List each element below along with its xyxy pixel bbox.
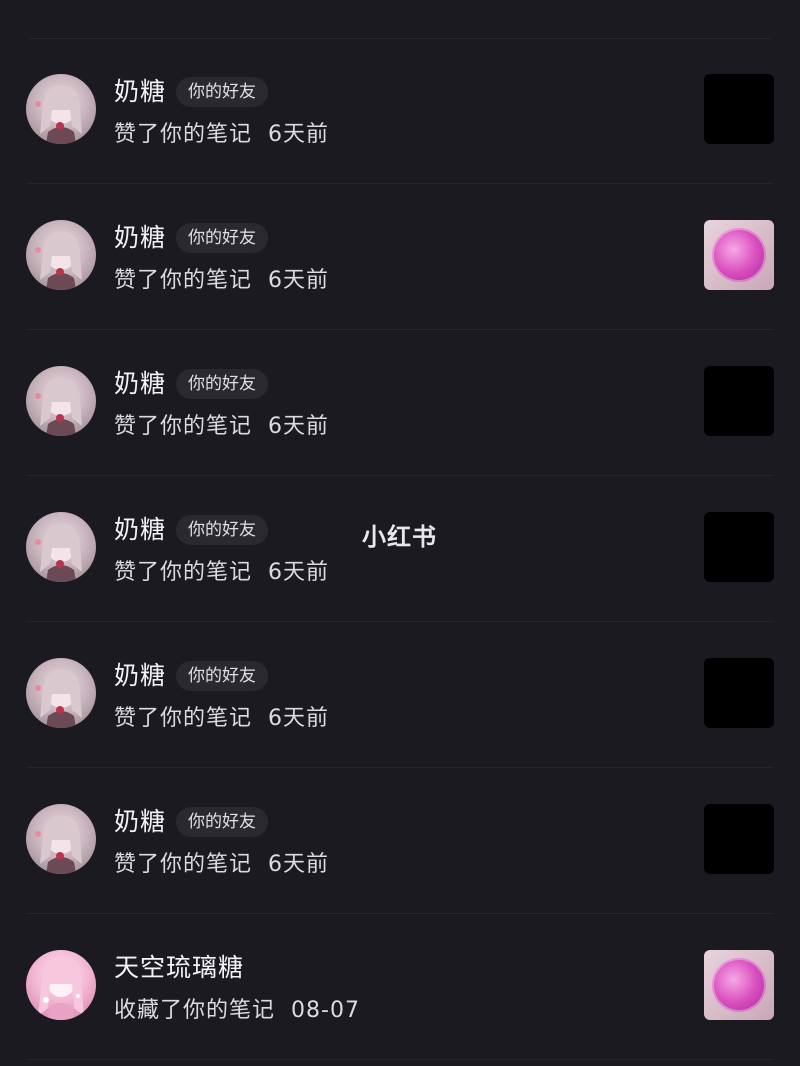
action-text: 赞了你的笔记 <box>114 414 253 439</box>
anime-avatar-icon <box>35 231 82 290</box>
notification-row[interactable]: 奶糖 你的好友 赞了你的笔记 6天前 <box>26 38 774 184</box>
friend-badge: 你的好友 <box>176 515 269 545</box>
anime-avatar-icon <box>35 523 82 582</box>
anime-avatar-icon <box>35 815 82 874</box>
avatar[interactable] <box>26 220 96 290</box>
friend-badge: 你的好友 <box>176 223 269 253</box>
notification-row[interactable]: 奶糖 你的好友 赞了你的笔记 6天前 <box>26 330 774 476</box>
notification-row[interactable]: 奶糖 你的好友 赞了你的笔记 6天前 <box>26 622 774 768</box>
avatar[interactable] <box>26 804 96 874</box>
avatar[interactable] <box>26 512 96 582</box>
note-thumbnail[interactable] <box>704 74 774 144</box>
notification-row[interactable]: 奶糖 你的好友 赞了你的笔记 6天前 <box>26 184 774 330</box>
action-text: 收藏了你的笔记 <box>114 998 276 1023</box>
notification-row[interactable]: 天空琉璃糖 收藏了你的笔记 08-07 <box>26 914 774 1060</box>
user-name[interactable]: 天空琉璃糖 <box>114 952 244 984</box>
avatar[interactable] <box>26 366 96 436</box>
note-thumbnail[interactable] <box>704 950 774 1020</box>
timestamp: 6天前 <box>268 560 330 585</box>
note-thumbnail[interactable] <box>704 804 774 874</box>
notifications-screen: 奶糖 你的好友 赞了你的笔记 6天前 奶糖 你的好友 赞了你的笔记 6天前 奶糖… <box>0 0 800 1066</box>
timestamp: 6天前 <box>268 852 330 877</box>
user-name[interactable]: 奶糖 <box>114 514 166 546</box>
avatar[interactable] <box>26 950 96 1020</box>
timestamp: 6天前 <box>268 706 330 731</box>
action-text: 赞了你的笔记 <box>114 560 253 585</box>
action-text: 赞了你的笔记 <box>114 706 253 731</box>
friend-badge: 你的好友 <box>176 369 269 399</box>
timestamp: 08-07 <box>291 998 360 1023</box>
user-name[interactable]: 奶糖 <box>114 660 166 692</box>
user-name[interactable]: 奶糖 <box>114 368 166 400</box>
anime-avatar-icon <box>35 669 82 728</box>
friend-badge: 你的好友 <box>176 807 269 837</box>
anime-avatar-icon <box>35 377 82 436</box>
friend-badge: 你的好友 <box>176 661 269 691</box>
user-name[interactable]: 奶糖 <box>114 222 166 254</box>
anime-avatar-icon <box>38 959 84 1020</box>
note-thumbnail[interactable] <box>704 658 774 728</box>
anime-avatar-icon <box>35 85 82 144</box>
action-text: 赞了你的笔记 <box>114 268 253 293</box>
watermark-logo: 小红书 <box>362 523 437 551</box>
timestamp: 6天前 <box>268 268 330 293</box>
action-text: 赞了你的笔记 <box>114 852 253 877</box>
avatar[interactable] <box>26 74 96 144</box>
user-name[interactable]: 奶糖 <box>114 806 166 838</box>
note-thumbnail[interactable] <box>704 220 774 290</box>
note-thumbnail[interactable] <box>704 366 774 436</box>
note-thumbnail[interactable] <box>704 512 774 582</box>
timestamp: 6天前 <box>268 122 330 147</box>
user-name[interactable]: 奶糖 <box>114 76 166 108</box>
action-text: 赞了你的笔记 <box>114 122 253 147</box>
friend-badge: 你的好友 <box>176 77 269 107</box>
avatar[interactable] <box>26 658 96 728</box>
notification-row[interactable]: 奶糖 你的好友 赞了你的笔记 6天前 <box>26 768 774 914</box>
timestamp: 6天前 <box>268 414 330 439</box>
